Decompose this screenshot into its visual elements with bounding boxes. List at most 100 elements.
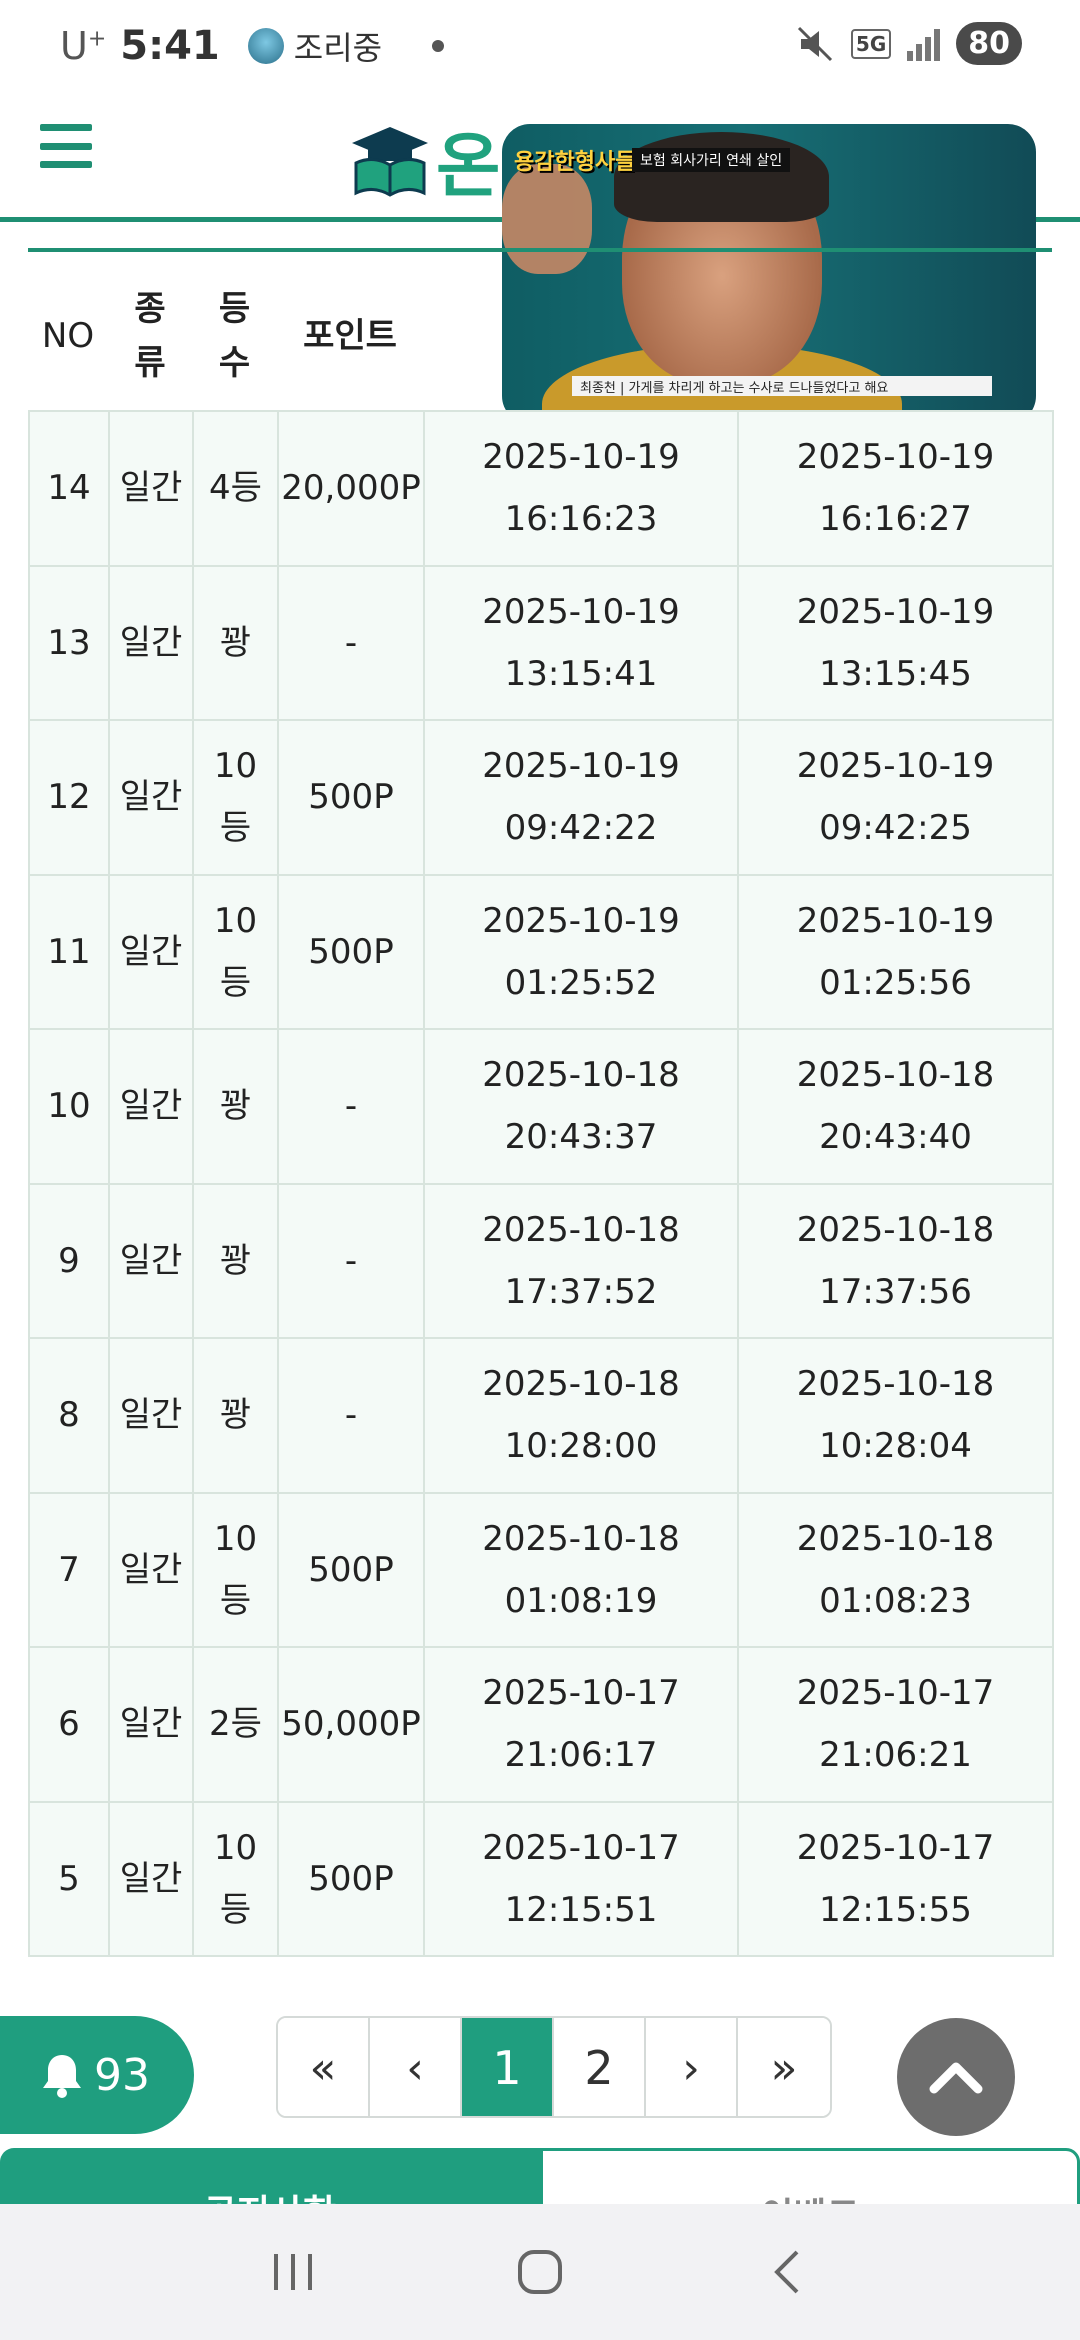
tab-event[interactable]: 이벤트 xyxy=(540,2148,1080,2204)
notification-text: 조리중 xyxy=(293,29,383,67)
row-type: 일간 xyxy=(108,1182,194,1339)
row-rank: 10등 xyxy=(192,1491,279,1648)
page-1-button[interactable]: 1 xyxy=(462,2018,554,2116)
back-icon[interactable] xyxy=(752,2237,822,2307)
video-episode-tag: 보험 회사가리 연쇄 살인 xyxy=(632,148,791,172)
page-2-button[interactable]: 2 xyxy=(554,2018,646,2116)
row-datetime-start: 2025-10-18 17:37:52 xyxy=(423,1182,739,1339)
row-type: 일간 xyxy=(108,719,194,876)
row-no: 10 xyxy=(28,1028,110,1185)
table-row: 12 일간 10등 500P 2025-10-19 09:42:22 2025-10-19 0… xyxy=(28,719,1054,876)
row-no: 8 xyxy=(28,1337,110,1494)
home-icon[interactable] xyxy=(505,2237,575,2307)
row-datetime-end: 2025-10-19 16:16:27 xyxy=(737,410,1054,567)
table-row: 13 일간 꽝 -2025-10-19 13:15:41 2025-10-19 13:15:… xyxy=(28,564,1054,721)
header-rank: 등수 xyxy=(218,288,251,383)
row-type: 일간 xyxy=(108,1800,194,1957)
prev-page-button[interactable]: ‹ xyxy=(370,2018,462,2116)
site-logo[interactable]: 온 xyxy=(350,110,500,211)
row-datetime-end: 2025-10-17 12:15:55 xyxy=(737,1800,1054,1957)
row-rank: 꽝 xyxy=(192,1182,279,1339)
video-show-title: 용감한형사들2 xyxy=(514,150,651,175)
row-datetime-start: 2025-10-17 12:15:51 xyxy=(423,1800,739,1957)
graduation-book-icon xyxy=(352,126,428,197)
mute-icon xyxy=(795,24,835,64)
row-datetime-end: 2025-10-19 01:25:56 xyxy=(737,873,1054,1030)
row-rank: 4등 xyxy=(192,410,279,567)
app-notification-icon xyxy=(247,28,284,64)
row-datetime-end: 2025-10-18 17:37:56 xyxy=(737,1182,1054,1339)
row-point: 20,000P xyxy=(277,410,425,567)
row-rank: 10등 xyxy=(192,873,279,1030)
row-type: 일간 xyxy=(108,873,194,1030)
network-5g-icon: 5G xyxy=(850,28,892,59)
row-type: 일간 xyxy=(108,564,194,721)
row-no: 13 xyxy=(28,564,110,721)
row-datetime-start: 2025-10-19 01:25:52 xyxy=(423,873,739,1030)
row-no: 11 xyxy=(28,873,110,1030)
row-no: 9 xyxy=(28,1182,110,1339)
row-point: - xyxy=(277,1182,425,1339)
last-page-button[interactable]: » xyxy=(738,2018,830,2116)
row-point: - xyxy=(277,1337,425,1494)
logo-text: 온 xyxy=(436,125,500,207)
bell-icon xyxy=(43,2055,81,2098)
row-type: 일간 xyxy=(108,1491,194,1648)
battery-indicator: 80 xyxy=(956,22,1022,65)
row-datetime-start: 2025-10-19 13:15:41 xyxy=(423,564,739,721)
row-rank: 10등 xyxy=(192,1800,279,1957)
row-point: - xyxy=(277,564,425,721)
tab-notice[interactable]: 공지사항 xyxy=(0,2148,540,2204)
pip-video-overlay[interactable]: 용감한형사들2 보험 회사가리 연쇄 살인 최종천 | 가게를 차리게 하고는 … xyxy=(502,124,1036,424)
row-datetime-end: 2025-10-19 13:15:45 xyxy=(737,564,1054,721)
scroll-top-button[interactable] xyxy=(897,2018,1015,2136)
signal-icon xyxy=(907,27,941,61)
history-table: 14 일간 4등 20,000P 2025-10-19 16:16:23 2025-10-1… xyxy=(28,410,1054,1957)
video-subtitle: 최종천 | 가게를 차리게 하고는 수사로 드나들었다고 해요 xyxy=(572,376,992,396)
row-point: 500P xyxy=(277,719,425,876)
first-page-button[interactable]: « xyxy=(278,2018,370,2116)
table-top-border xyxy=(28,248,1052,252)
more-notifications-dot xyxy=(432,40,445,52)
header-type: 종류 xyxy=(134,288,166,383)
row-point: 500P xyxy=(277,1491,425,1648)
row-datetime-end: 2025-10-19 09:42:25 xyxy=(737,719,1054,876)
table-row: 8 일간 꽝 -2025-10-18 10:28:00 2025-10-18 10:28:0… xyxy=(28,1337,1054,1494)
row-no: 14 xyxy=(28,410,110,567)
row-type: 일간 xyxy=(108,410,194,567)
system-nav-bar xyxy=(0,2204,1080,2340)
table-row: 10 일간 꽝 -2025-10-18 20:43:37 2025-10-18 20:43:… xyxy=(28,1028,1054,1185)
header-no: NO xyxy=(41,315,95,356)
table-row: 5 일간 10등 500P 2025-10-17 12:15:51 2025-10-17 12… xyxy=(28,1800,1054,1957)
row-datetime-end: 2025-10-18 20:43:40 xyxy=(737,1028,1054,1185)
table-row: 11 일간 10등 500P 2025-10-19 01:25:52 2025-10-19 0… xyxy=(28,873,1054,1030)
row-rank: 2등 xyxy=(192,1646,279,1803)
row-point: 500P xyxy=(277,873,425,1030)
row-datetime-end: 2025-10-17 21:06:21 xyxy=(737,1646,1054,1803)
row-no: 5 xyxy=(28,1800,110,1957)
row-type: 일간 xyxy=(108,1646,194,1803)
row-point: 50,000P xyxy=(277,1646,425,1803)
clock: 5:41 xyxy=(120,23,220,69)
board-tabs: 공지사항 이벤트 xyxy=(0,2148,1080,2204)
row-datetime-start: 2025-10-19 09:42:22 xyxy=(423,719,739,876)
row-datetime-end: 2025-10-18 10:28:04 xyxy=(737,1337,1054,1494)
chevron-up-icon xyxy=(929,2062,983,2094)
menu-icon[interactable] xyxy=(40,120,92,172)
notification-bell-button[interactable]: 93 xyxy=(0,2016,194,2134)
row-datetime-start: 2025-10-18 10:28:00 xyxy=(423,1337,739,1494)
row-rank: 꽝 xyxy=(192,564,279,721)
row-no: 12 xyxy=(28,719,110,876)
recent-apps-icon[interactable] xyxy=(258,2237,328,2307)
notification-count: 93 xyxy=(94,2049,150,2101)
row-type: 일간 xyxy=(108,1337,194,1494)
pagination: « ‹ 1 2 › » xyxy=(276,2016,832,2118)
table-row: 14 일간 4등 20,000P 2025-10-19 16:16:23 2025-10-1… xyxy=(28,410,1054,567)
row-datetime-start: 2025-10-17 21:06:17 xyxy=(423,1646,739,1803)
row-datetime-start: 2025-10-18 20:43:37 xyxy=(423,1028,739,1185)
row-point: 500P xyxy=(277,1800,425,1957)
next-page-button[interactable]: › xyxy=(646,2018,738,2116)
row-rank: 꽝 xyxy=(192,1337,279,1494)
row-point: - xyxy=(277,1028,425,1185)
video-hand xyxy=(502,164,592,274)
